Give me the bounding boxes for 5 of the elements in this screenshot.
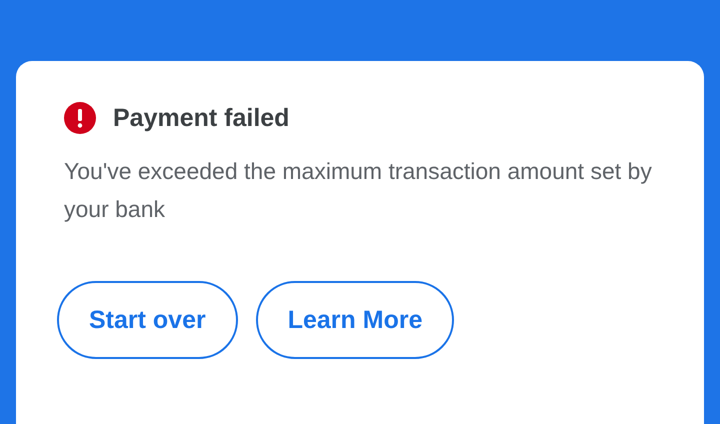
- learn-more-button[interactable]: Learn More: [256, 281, 454, 359]
- dialog-title: Payment failed: [113, 104, 290, 132]
- error-message: You've exceeded the maximum transaction amount set by your bank: [64, 157, 653, 224]
- start-over-button[interactable]: Start over: [57, 281, 238, 359]
- error-icon: [64, 102, 96, 134]
